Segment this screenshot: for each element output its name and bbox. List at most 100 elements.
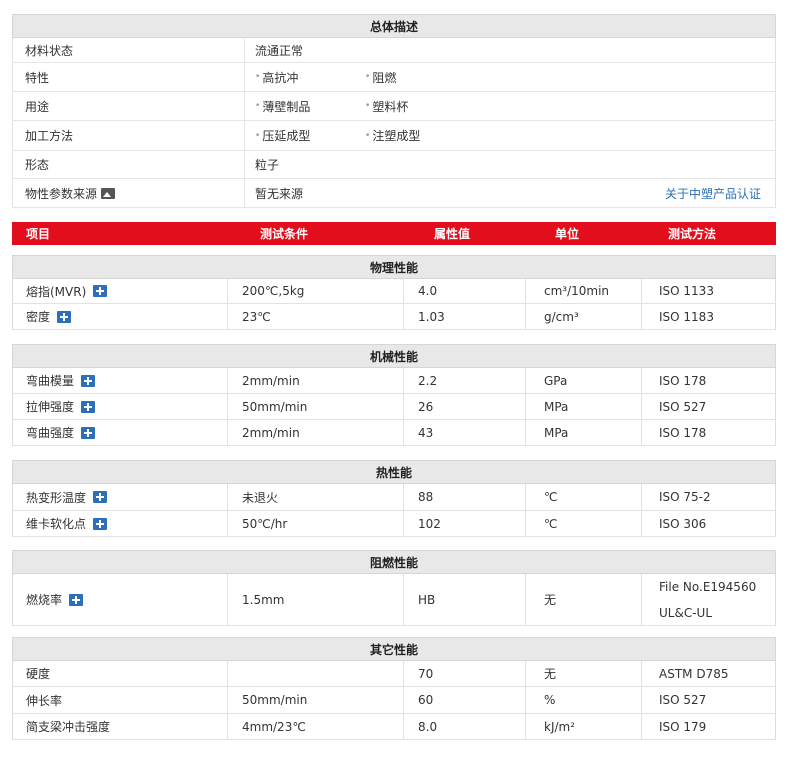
test-method: ISO 178 [659, 373, 707, 388]
overview-label: 用途 [13, 92, 245, 120]
bullet-item: 塑料杯 [365, 98, 475, 115]
property-unit-cell: MPa [526, 394, 642, 419]
image-icon[interactable] [101, 187, 116, 199]
col-item: 项目 [26, 227, 51, 241]
property-name: 热变形温度 [26, 490, 87, 505]
property-unit: ℃ [544, 490, 558, 504]
overview-row: 材料状态 流通正常 [12, 38, 776, 63]
overview-value-text: 流通正常 [255, 43, 304, 58]
property-value-cell: 88 [404, 484, 526, 510]
property-row: 熔指(MVR) 200℃,5kg 4.0 cm³/10min ISO 1133 [12, 279, 776, 304]
add-compare-icon[interactable] [93, 285, 108, 297]
add-compare-icon[interactable] [93, 491, 108, 503]
property-unit-cell: 无 [526, 661, 642, 686]
property-value-cell: 26 [404, 394, 526, 419]
property-unit: kJ/m² [544, 719, 576, 734]
property-name: 弯曲强度 [26, 426, 75, 440]
property-row: 伸长率 50mm/min 60% ISO 527 [12, 687, 776, 714]
property-value-cell: 2.2 [404, 368, 526, 393]
property-unit: 无 [544, 593, 557, 607]
property-value: HB [418, 592, 436, 607]
test-condition-cell: 23℃ [228, 304, 404, 329]
property-row: 燃烧率 1.5mm HB 无 File No.E194560 UL&C-UL [12, 574, 776, 626]
add-compare-icon[interactable] [57, 310, 72, 323]
overview-value: 粒子 [245, 151, 775, 178]
overview-table: 总体描述 材料状态 流通正常特性 高抗冲阻燃用途 薄壁制品塑料杯加工方法 压延成型注塑成… [12, 14, 776, 208]
add-compare-icon[interactable] [69, 593, 84, 606]
property-value: 102 [418, 516, 441, 531]
bullet-item: 压延成型 [255, 127, 365, 144]
test-condition-cell: 50mm/min [228, 394, 404, 419]
property-name: 伸长率 [26, 693, 63, 708]
property-row: 简支梁冲击强度 4mm/23℃ 8.0 kJ/m² ISO 179 [12, 714, 776, 740]
test-method-cell: ISO 75-2 [642, 484, 775, 510]
property-value: 43 [418, 425, 434, 440]
add-compare-icon[interactable] [81, 400, 96, 413]
bullet-item: 注塑成型 [365, 127, 475, 144]
property-name-cell: 燃烧率 [13, 574, 228, 625]
property-name: 燃烧率 [26, 593, 63, 607]
property-value: 70 [418, 666, 434, 681]
test-method-cell: ISO 178 [642, 420, 775, 445]
property-row: 硬度 70 无 ASTM D785 [12, 661, 776, 687]
property-unit: 无 [544, 667, 557, 681]
certification-link[interactable]: 关于中塑产品认证 [665, 185, 761, 202]
add-compare-icon[interactable] [81, 374, 96, 387]
overview-label: 特性 [13, 63, 245, 91]
section-title: 热性能 [12, 460, 776, 484]
col-unit: 单位 [555, 227, 580, 241]
section-table: 热性能 热变形温度 未退火 88 ℃ ISO 75-2 维卡软化点 50℃/hr 102 ℃ ISO… [12, 460, 776, 537]
property-unit: GPa [544, 373, 568, 388]
add-compare-icon[interactable] [81, 426, 96, 439]
overview-value: 压延成型注塑成型 [245, 121, 775, 150]
add-compare-icon[interactable] [93, 517, 108, 530]
test-condition: 50℃/hr [242, 516, 288, 531]
property-name: 简支梁冲击强度 [26, 720, 111, 734]
bullet-item: 阻燃 [365, 69, 475, 86]
property-name: 硬度 [26, 667, 51, 681]
overview-value: 流通正常 [245, 38, 775, 62]
property-name-cell: 熔指(MVR) [13, 279, 228, 303]
property-name-cell: 简支梁冲击强度 [13, 714, 228, 739]
property-value: 1.03 [418, 309, 445, 324]
test-method-cell: File No.E194560 UL&C-UL [642, 574, 775, 625]
overview-row: 用途 薄壁制品塑料杯 [12, 92, 776, 121]
overview-row: 物性参数来源 暂无来源 关于中塑产品认证 [12, 179, 776, 208]
overview-value: 高抗冲阻燃 [245, 63, 775, 91]
test-condition-cell: 1.5mm [228, 574, 404, 625]
property-name: 熔指(MVR) [26, 284, 87, 299]
col-method: 测试方法 [668, 227, 717, 241]
test-method-cell: ISO 306 [642, 511, 775, 536]
overview-label: 形态 [13, 151, 245, 178]
property-name-cell: 拉伸强度 [13, 394, 228, 419]
test-method: ISO 527 [659, 399, 707, 414]
property-value: 26 [418, 399, 434, 414]
test-condition: 4mm/23℃ [242, 719, 306, 734]
test-condition-cell: 200℃,5kg [228, 279, 404, 303]
overview-value-text: 暂无来源 [255, 186, 304, 201]
property-name-cell: 硬度 [13, 661, 228, 686]
test-method-cell: ISO 1183 [642, 304, 775, 329]
property-name: 密度 [26, 310, 51, 324]
section-title: 阻燃性能 [12, 550, 776, 574]
property-value-cell: 43 [404, 420, 526, 445]
property-row: 热变形温度 未退火 88 ℃ ISO 75-2 [12, 484, 776, 511]
overview-label: 加工方法 [13, 121, 245, 150]
property-unit-cell: g/cm³ [526, 304, 642, 329]
property-unit-cell: ℃ [526, 511, 642, 536]
property-row: 维卡软化点 50℃/hr 102 ℃ ISO 306 [12, 511, 776, 537]
test-condition-cell [228, 661, 404, 686]
property-value-cell: 60 [404, 687, 526, 713]
col-value: 属性值 [434, 227, 471, 241]
property-value-cell: 4.0 [404, 279, 526, 303]
overview-label-text: 形态 [25, 158, 50, 172]
column-header: 项目 测试条件 属性值 单位 测试方法 [12, 222, 776, 245]
property-unit-cell: ℃ [526, 484, 642, 510]
bullet-item: 高抗冲 [255, 69, 365, 86]
property-value-cell: 8.0 [404, 714, 526, 739]
test-method-cell: ASTM D785 [642, 661, 775, 686]
property-unit: g/cm³ [544, 309, 579, 324]
property-unit: % [544, 693, 556, 707]
property-row: 密度 23℃ 1.03 g/cm³ ISO 1183 [12, 304, 776, 330]
test-method-cell: ISO 1133 [642, 279, 775, 303]
